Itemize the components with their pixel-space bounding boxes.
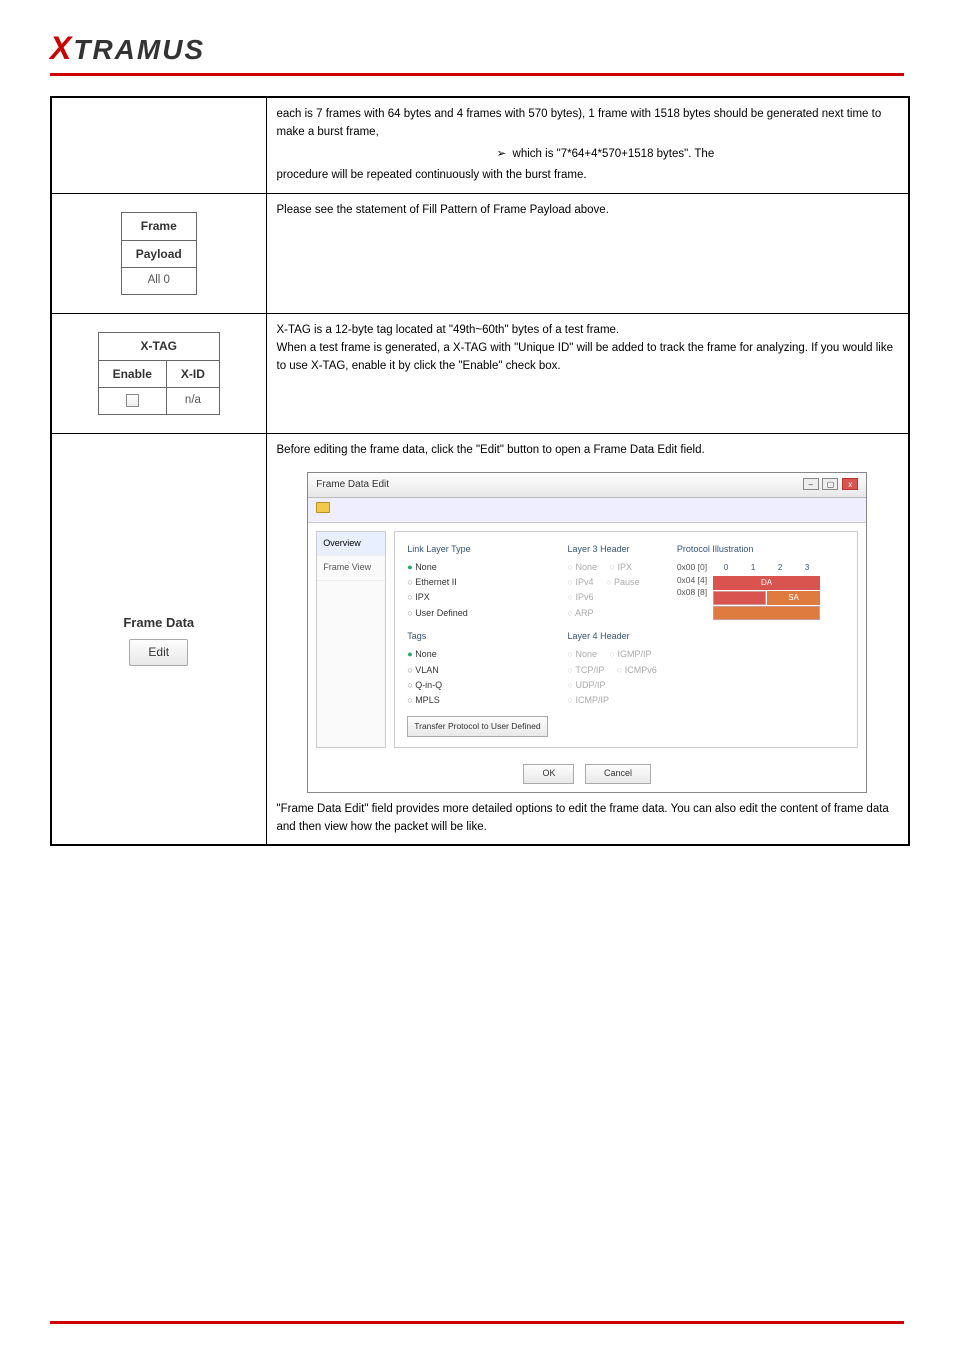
xtag-mini: X-TAG Enable X-ID n/a bbox=[98, 332, 220, 415]
row4-left: Frame Data Edit bbox=[51, 434, 266, 846]
row1-right: each is 7 frames with 64 bytes and 4 fra… bbox=[266, 97, 909, 194]
group-illustration: Protocol Illustration 0x00 [0] 0x04 [4] … bbox=[677, 542, 820, 737]
row3-right: X-TAG is a 12-byte tag located at "49th~… bbox=[266, 314, 909, 434]
dialog-toolbar bbox=[308, 498, 866, 523]
row2-text: Please see the statement of Fill Pattern… bbox=[277, 204, 609, 216]
l4-icmp: ICMP/IP bbox=[568, 693, 657, 708]
minimize-icon[interactable]: – bbox=[803, 478, 819, 490]
close-icon[interactable]: x bbox=[842, 478, 858, 490]
logo: XTRAMUS bbox=[50, 30, 904, 67]
edit-button[interactable]: Edit bbox=[129, 639, 188, 666]
xtag-xid-val: n/a bbox=[166, 388, 219, 415]
row2-right: Please see the statement of Fill Pattern… bbox=[266, 194, 909, 314]
footer-divider bbox=[50, 1321, 904, 1324]
group-layer3-4: Layer 3 Header None IPX IPv4 Pause IPv6 bbox=[568, 542, 657, 737]
illus-bytes: 0 1 2 3 DA SA bbox=[713, 561, 820, 620]
r4-e: Frame Data Edit bbox=[281, 803, 365, 815]
doc-table: each is 7 frames with 64 bytes and 4 fra… bbox=[50, 96, 910, 846]
illus-title: Protocol Illustration bbox=[677, 542, 820, 557]
dialog-footer: OK Cancel bbox=[308, 756, 866, 792]
l4-igmp: IGMP/IP bbox=[610, 647, 652, 662]
l4-tcp: TCP/IP bbox=[568, 663, 605, 678]
header-divider bbox=[50, 73, 904, 76]
illus-sa: SA bbox=[767, 591, 820, 605]
r4-c: button to open a Frame Data Edit field. bbox=[504, 444, 705, 456]
row1-text-a: each is 7 frames with 64 bytes and 4 fra… bbox=[277, 108, 882, 138]
xtag-col1: Enable bbox=[98, 360, 166, 388]
r4-f: field provides more detailed options to … bbox=[277, 803, 889, 833]
l3-pause: Pause bbox=[606, 575, 639, 590]
llt-eth[interactable]: Ethernet II bbox=[407, 575, 547, 590]
logo-rest: TRAMUS bbox=[73, 34, 205, 65]
llt-title: Link Layer Type bbox=[407, 542, 547, 557]
l3-arp: ARP bbox=[568, 606, 657, 621]
illus-offsets: 0x00 [0] 0x04 [4] 0x08 [8] bbox=[677, 561, 707, 620]
row1-bullet: which is "7*64+4*570+1518 bytes". The bbox=[513, 148, 715, 160]
fp-val: All 0 bbox=[121, 268, 196, 295]
row1-text-b: procedure will be repeated continuously … bbox=[277, 169, 587, 181]
illus-da: DA bbox=[713, 576, 820, 590]
xtag-col2: X-ID bbox=[166, 360, 219, 388]
tags-mpls[interactable]: MPLS bbox=[407, 693, 547, 708]
l4-title: Layer 4 Header bbox=[568, 629, 657, 644]
xtag-hdr: X-TAG bbox=[98, 333, 219, 361]
frame-data-label: Frame Data bbox=[58, 613, 260, 633]
row4-right: Before editing the frame data, click the… bbox=[266, 434, 909, 846]
maximize-icon[interactable]: ▢ bbox=[822, 478, 838, 490]
l3-title: Layer 3 Header bbox=[568, 542, 657, 557]
dialog-panel: Link Layer Type None Ethernet II IPX Use… bbox=[394, 531, 858, 748]
dialog-sidebar: Overview Frame View bbox=[316, 531, 386, 748]
tags-title: Tags bbox=[407, 629, 547, 644]
tags-none[interactable]: None bbox=[407, 647, 547, 662]
llt-ipx[interactable]: IPX bbox=[407, 590, 547, 605]
r3-c: bytes of a test frame. bbox=[509, 324, 620, 336]
transfer-protocol-button[interactable]: Transfer Protocol to User Defined bbox=[407, 716, 547, 736]
xtag-enable-checkbox[interactable] bbox=[126, 394, 139, 407]
r3-b: 49th~60th bbox=[453, 324, 504, 336]
row1-left bbox=[51, 97, 266, 194]
r3-h: check box. bbox=[502, 360, 560, 372]
l4-udp: UDP/IP bbox=[568, 678, 657, 693]
r4-a: Before editing the frame data, click the bbox=[277, 444, 476, 456]
tab-frame-view[interactable]: Frame View bbox=[317, 556, 385, 581]
l3-ipv4: IPv4 bbox=[568, 575, 594, 590]
window-buttons: – ▢ x bbox=[802, 477, 859, 493]
dialog-body: Overview Frame View Link Layer Type None… bbox=[308, 523, 866, 756]
frame-data-edit-dialog: Frame Data Edit – ▢ x Overview Fra bbox=[307, 472, 867, 793]
l4-icmpv6: ICMPv6 bbox=[617, 663, 657, 678]
logo-x: X bbox=[50, 30, 73, 66]
l4-none: None bbox=[568, 647, 597, 662]
l3-ipv6: IPv6 bbox=[568, 590, 657, 605]
illus-r2: 0x08 [8] bbox=[677, 586, 707, 599]
llt-ud[interactable]: User Defined bbox=[407, 606, 547, 621]
r3-a: X-TAG is a 12-byte tag located at bbox=[277, 324, 449, 336]
r3-d: When a test frame is generated, a X-TAG … bbox=[277, 342, 515, 354]
dialog-titlebar: Frame Data Edit – ▢ x bbox=[308, 473, 866, 498]
l3-ipx: IPX bbox=[610, 560, 632, 575]
row3-left: X-TAG Enable X-ID n/a bbox=[51, 314, 266, 434]
illus-r1: 0x04 [4] bbox=[677, 574, 707, 587]
r4-b: Edit bbox=[480, 444, 500, 456]
group-link-layer: Link Layer Type None Ethernet II IPX Use… bbox=[407, 542, 547, 737]
ok-button[interactable]: OK bbox=[523, 764, 574, 784]
fp-hdr1: Frame bbox=[121, 213, 196, 241]
l3-none: None bbox=[568, 560, 597, 575]
cancel-button[interactable]: Cancel bbox=[585, 764, 651, 784]
r3-e: Unique ID bbox=[518, 342, 569, 354]
fp-hdr2: Payload bbox=[121, 240, 196, 268]
r3-g: Enable bbox=[463, 360, 499, 372]
tags-vlan[interactable]: VLAN bbox=[407, 663, 547, 678]
frame-payload-mini: Frame Payload All 0 bbox=[121, 212, 197, 295]
xtag-enable-cell bbox=[98, 388, 166, 415]
llt-none[interactable]: None bbox=[407, 560, 547, 575]
dialog-title: Frame Data Edit bbox=[316, 477, 389, 493]
row2-left: Frame Payload All 0 bbox=[51, 194, 266, 314]
illus-r0: 0x00 [0] bbox=[677, 561, 707, 574]
folder-icon[interactable] bbox=[316, 502, 330, 513]
tags-qinq[interactable]: Q-in-Q bbox=[407, 678, 547, 693]
tab-overview[interactable]: Overview bbox=[317, 532, 385, 557]
